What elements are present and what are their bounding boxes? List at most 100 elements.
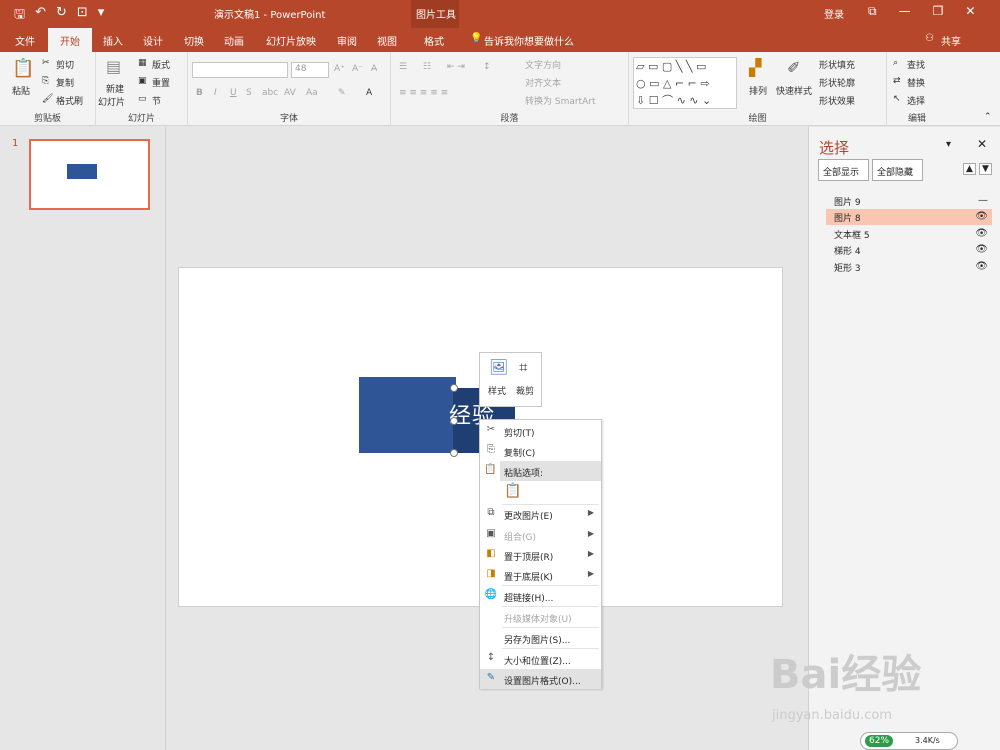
replace-button[interactable]: 替换 bbox=[907, 76, 925, 89]
menu-item-format-picture[interactable]: ✎ 设置图片格式(O)... bbox=[480, 669, 601, 689]
align-text-button[interactable]: 对齐文本 bbox=[525, 76, 561, 89]
tell-me-box[interactable]: 告诉我你想要做什么 bbox=[484, 33, 574, 48]
pane-options-icon[interactable]: ▾ bbox=[946, 139, 951, 150]
paste-button[interactable]: 粘贴 bbox=[12, 84, 30, 97]
menu-item-change-picture[interactable]: ⧉ 更改图片(E) ▶ bbox=[480, 504, 601, 524]
present-icon[interactable]: ⊡ bbox=[77, 5, 88, 27]
font-name-combo[interactable] bbox=[192, 62, 288, 78]
tab-review[interactable]: 审阅 bbox=[337, 33, 357, 48]
smartart-button[interactable]: 转换为 SmartArt bbox=[525, 94, 595, 107]
numbering-icon[interactable]: ☷ bbox=[423, 62, 431, 72]
hidden-dash-icon[interactable]: — bbox=[978, 195, 988, 206]
indent-icons[interactable]: ⇤ ⇥ bbox=[447, 62, 465, 72]
style-button[interactable]: 样式 bbox=[488, 384, 506, 397]
font-size-combo[interactable]: 48 bbox=[291, 62, 329, 78]
resize-handle[interactable] bbox=[450, 417, 458, 425]
menu-item-size-position[interactable]: ↕ 大小和位置(Z)... bbox=[480, 649, 601, 669]
tab-file[interactable]: 文件 bbox=[15, 33, 35, 48]
shape-fill-button[interactable]: 形状填充 bbox=[819, 58, 855, 71]
paste-keep-format-icon[interactable]: 📋 bbox=[504, 483, 521, 499]
underline-icon[interactable]: U bbox=[230, 88, 237, 98]
eye-icon[interactable]: 👁 bbox=[975, 244, 988, 255]
undo-icon[interactable]: ↶ bbox=[35, 5, 46, 27]
shrink-font-icon[interactable]: A⁻ bbox=[352, 64, 363, 74]
layer-item[interactable]: 矩形 3 👁 bbox=[826, 259, 992, 275]
format-painter-button[interactable]: 格式刷 bbox=[56, 94, 83, 107]
font-color-icon[interactable]: A bbox=[366, 88, 372, 98]
crop-button[interactable]: 裁剪 bbox=[516, 384, 534, 397]
text-direction-button[interactable]: 文字方向 bbox=[525, 58, 561, 71]
menu-item-hyperlink[interactable]: 🌐 超链接(H)... bbox=[480, 586, 601, 606]
copy-button[interactable]: 复制 bbox=[56, 76, 74, 89]
layer-item[interactable]: 图片 8 👁 bbox=[826, 209, 992, 225]
highlight-icon[interactable]: ✎ bbox=[338, 88, 346, 98]
find-button[interactable]: 查找 bbox=[907, 58, 925, 71]
close-icon[interactable]: ✕ bbox=[965, 4, 975, 19]
tab-design[interactable]: 设计 bbox=[143, 33, 163, 48]
bullets-icon[interactable]: ☰ bbox=[399, 62, 407, 72]
restore-icon[interactable]: ❐ bbox=[933, 4, 944, 19]
quick-styles-button[interactable]: 快速样式 bbox=[776, 84, 812, 97]
quick-styles-icon[interactable]: ✐ bbox=[787, 58, 800, 77]
change-case-icon[interactable]: Aa bbox=[306, 88, 318, 98]
strikethrough-icon[interactable]: abc bbox=[262, 88, 278, 98]
menu-item-send-back[interactable]: ◨ 置于底层(K) ▶ bbox=[480, 565, 601, 585]
shape-outline-button[interactable]: 形状轮廓 bbox=[819, 76, 855, 89]
clear-format-icon[interactable]: A̶ bbox=[371, 64, 377, 74]
share-icon[interactable]: ⚇ bbox=[925, 33, 934, 44]
slide-thumbnail[interactable] bbox=[29, 139, 150, 210]
crop-icon[interactable]: ⌗ bbox=[519, 358, 527, 376]
pane-close-icon[interactable]: ✕ bbox=[977, 137, 987, 151]
tab-transitions[interactable]: 切换 bbox=[184, 33, 204, 48]
section-button[interactable]: 节 bbox=[152, 94, 161, 107]
menu-item-group[interactable]: ▣ 组合(G) ▶ bbox=[480, 525, 601, 545]
menu-item-save-as-picture[interactable]: 另存为图片(S)... bbox=[480, 628, 601, 648]
resize-handle[interactable] bbox=[450, 449, 458, 457]
new-slide-icon[interactable]: ▤ bbox=[106, 57, 121, 76]
tab-view[interactable]: 视图 bbox=[377, 33, 397, 48]
eye-icon[interactable]: 👁 bbox=[975, 261, 988, 272]
redo-icon[interactable]: ↻ bbox=[56, 5, 67, 27]
menu-item-copy[interactable]: ⎘ 复制(C) bbox=[480, 441, 601, 461]
menu-item-cut[interactable]: ✂ 剪切(T) bbox=[480, 421, 601, 441]
layer-item[interactable]: 图片 9 — bbox=[826, 193, 992, 209]
layer-item[interactable]: 梯形 4 👁 bbox=[826, 242, 992, 258]
tab-insert[interactable]: 插入 bbox=[103, 33, 123, 48]
shapes-gallery[interactable]: ▱ ▭ ▢ ╲ ╲ ▭ ○ ▭ △ ⌐ ⌐ ⇨ ⇩ ☐ ⌒ ∿ ∿ ⌄ bbox=[633, 57, 737, 109]
customize-qat-icon[interactable]: ▾ bbox=[98, 5, 105, 27]
bring-forward-icon[interactable]: ▲ bbox=[963, 163, 976, 175]
save-icon[interactable]: 🖫 bbox=[14, 5, 25, 27]
eye-icon[interactable]: 👁 bbox=[975, 211, 988, 222]
shape-effects-button[interactable]: 形状效果 bbox=[819, 94, 855, 107]
share-button[interactable]: 共享 bbox=[941, 33, 961, 48]
align-icons[interactable]: ≡ ≡ ≡ ≡ ≡ bbox=[399, 88, 448, 98]
cut-button[interactable]: 剪切 bbox=[56, 58, 74, 71]
show-all-button[interactable]: 全部显示 bbox=[818, 159, 869, 181]
resize-handle[interactable] bbox=[450, 384, 458, 392]
shadow-icon[interactable]: S bbox=[246, 88, 252, 98]
tab-home[interactable]: 开始 bbox=[48, 28, 92, 52]
layer-item[interactable]: 文本框 5 👁 bbox=[826, 226, 992, 242]
eye-icon[interactable]: 👁 bbox=[975, 228, 988, 239]
grow-font-icon[interactable]: A⁺ bbox=[334, 64, 345, 74]
tab-format[interactable]: 格式 bbox=[424, 33, 444, 48]
style-icon[interactable]: 🖼 bbox=[489, 358, 508, 376]
tab-animations[interactable]: 动画 bbox=[224, 33, 244, 48]
menu-item-bring-front[interactable]: ◧ 置于顶层(R) ▶ bbox=[480, 545, 601, 565]
send-backward-icon[interactable]: ▼ bbox=[979, 163, 992, 175]
rectangle-shape[interactable] bbox=[359, 377, 456, 453]
new-slide-label-2[interactable]: 幻灯片 bbox=[98, 95, 125, 108]
select-button[interactable]: 选择 bbox=[907, 94, 925, 107]
reset-button[interactable]: 重置 bbox=[152, 76, 170, 89]
line-spacing-icon[interactable]: ↕ bbox=[483, 62, 491, 72]
ribbon-display-icon[interactable]: ⧉ bbox=[868, 4, 877, 19]
hide-all-button[interactable]: 全部隐藏 bbox=[872, 159, 923, 181]
spacing-icon[interactable]: AV bbox=[284, 88, 296, 98]
tab-slideshow[interactable]: 幻灯片放映 bbox=[266, 33, 316, 48]
layout-button[interactable]: 版式 bbox=[152, 58, 170, 71]
new-slide-label-1[interactable]: 新建 bbox=[106, 82, 124, 95]
arrange-button[interactable]: 排列 bbox=[749, 84, 767, 97]
collapse-ribbon-icon[interactable]: ⌃ bbox=[984, 112, 992, 122]
tell-me-icon[interactable]: 💡 bbox=[470, 33, 482, 44]
minimize-icon[interactable]: — bbox=[899, 4, 911, 19]
